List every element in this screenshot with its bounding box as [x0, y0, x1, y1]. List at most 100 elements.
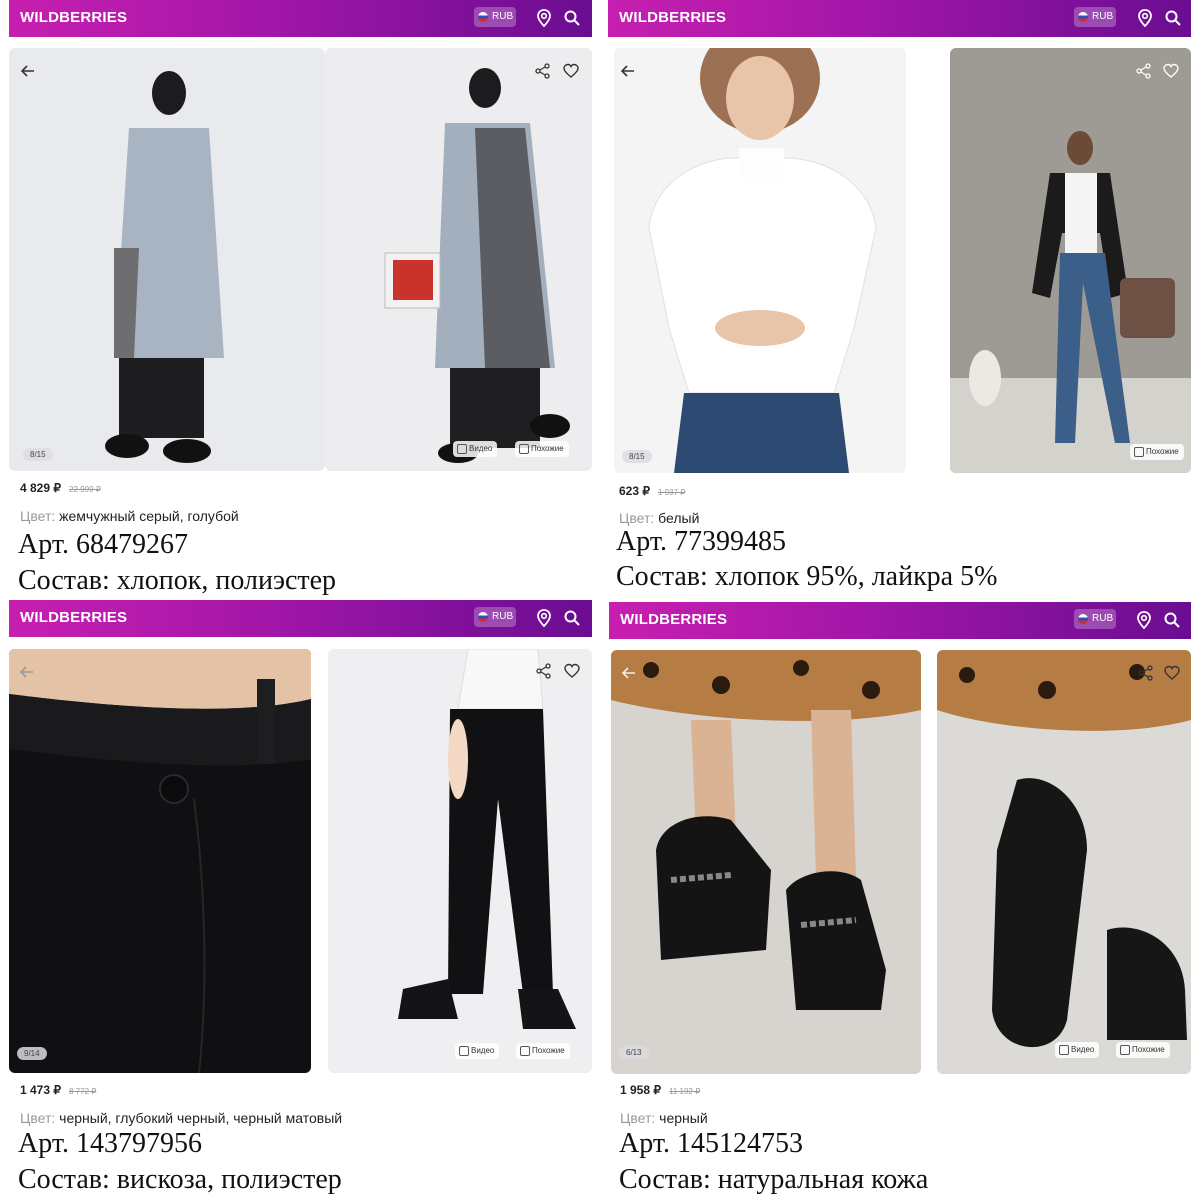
- location-pin-icon[interactable]: [1134, 7, 1156, 29]
- share-icon[interactable]: [535, 662, 553, 680]
- share-icon[interactable]: [1135, 62, 1153, 80]
- back-arrow-icon[interactable]: [19, 62, 37, 80]
- currency-button[interactable]: RUB: [474, 7, 516, 27]
- russia-flag-icon: [1078, 614, 1088, 624]
- color-value: черный, глубокий черный, черный матовый: [59, 1110, 343, 1126]
- similar-button[interactable]: Похожие: [516, 1043, 570, 1059]
- article-number: Арт. 77399485: [616, 526, 786, 557]
- play-icon: [459, 1046, 469, 1056]
- similar-button[interactable]: Похожие: [515, 441, 569, 457]
- search-icon[interactable]: [561, 607, 583, 629]
- similar-icon: [519, 444, 529, 454]
- old-price: 1 937 ₽: [658, 488, 686, 497]
- product-photo-full[interactable]: Видео Похожие: [328, 649, 592, 1073]
- product-card-loafers: WILDBERRIES RUB 6/13 Видео Похожие 1 958…: [609, 602, 1191, 1200]
- video-button[interactable]: Видео: [453, 441, 498, 457]
- back-arrow-icon[interactable]: [18, 663, 36, 681]
- brand-logo[interactable]: WILDBERRIES: [620, 611, 727, 628]
- share-icon[interactable]: [534, 62, 552, 80]
- similar-label: Похожие: [1132, 1045, 1165, 1054]
- price: 4 829 ₽ 22 999 ₽: [20, 481, 101, 495]
- russia-flag-icon: [1078, 12, 1088, 22]
- similar-label: Похожие: [532, 1046, 565, 1055]
- currency-button[interactable]: RUB: [1074, 7, 1116, 27]
- back-arrow-icon[interactable]: [620, 664, 638, 682]
- current-price: 4 829 ₽: [20, 481, 61, 495]
- color-line: Цвет: черный, глубокий черный, черный ма…: [20, 1110, 342, 1126]
- current-price: 1 473 ₽: [20, 1083, 61, 1097]
- heart-icon[interactable]: [1162, 62, 1180, 80]
- product-card-tshirt: WILDBERRIES RUB 8/15 Похожие 623 ₽ 1 937…: [608, 0, 1191, 600]
- heart-icon[interactable]: [563, 662, 581, 680]
- article-number: Арт. 68479267: [18, 529, 188, 560]
- composition: Состав: натуральная кожа: [619, 1164, 929, 1195]
- currency-button[interactable]: RUB: [1074, 609, 1116, 629]
- color-value: жемчужный серый, голубой: [59, 508, 239, 524]
- composition: Состав: хлопок, полиэстер: [18, 565, 337, 596]
- brand-logo[interactable]: WILDBERRIES: [20, 9, 127, 26]
- color-value: белый: [658, 510, 700, 526]
- currency-label: RUB: [1092, 11, 1114, 22]
- video-label: Видео: [469, 444, 493, 453]
- heart-icon[interactable]: [1163, 664, 1181, 682]
- similar-button[interactable]: Похожие: [1116, 1042, 1170, 1058]
- video-label: Видео: [471, 1046, 495, 1055]
- product-photo-front[interactable]: Видео Похожие: [325, 48, 592, 471]
- product-photo-closeup[interactable]: 8/15: [614, 48, 906, 473]
- currency-label: RUB: [492, 611, 514, 622]
- russia-flag-icon: [478, 12, 488, 22]
- search-icon[interactable]: [561, 7, 583, 29]
- app-header: WILDBERRIES RUB: [609, 602, 1191, 639]
- similar-button[interactable]: Похожие: [1130, 444, 1184, 460]
- article-number: Арт. 143797956: [18, 1128, 202, 1159]
- brand-logo[interactable]: WILDBERRIES: [619, 9, 726, 26]
- product-card-coat: WILDBERRIES RUB 8/15 Видео Похожие 4 829…: [9, 0, 592, 600]
- composition: Состав: вискоза, полиэстер: [18, 1164, 342, 1195]
- price: 1 473 ₽ 8 772 ₽: [20, 1083, 96, 1097]
- heart-icon[interactable]: [562, 62, 580, 80]
- product-photo-pair[interactable]: 6/13: [611, 650, 921, 1074]
- product-card-trousers: WILDBERRIES RUB 9/14 Видео Похожие 1 473…: [9, 600, 592, 1200]
- search-icon[interactable]: [1161, 609, 1183, 631]
- product-photo-back[interactable]: 8/15: [9, 48, 325, 471]
- brand-logo[interactable]: WILDBERRIES: [20, 609, 127, 626]
- product-photo-full[interactable]: Похожие: [950, 48, 1191, 473]
- old-price: 8 772 ₽: [69, 1087, 97, 1096]
- color-label: Цвет:: [20, 1110, 56, 1126]
- share-icon[interactable]: [1137, 664, 1155, 682]
- currency-button[interactable]: RUB: [474, 607, 516, 627]
- article-number: Арт. 145124753: [619, 1128, 803, 1159]
- color-label: Цвет:: [20, 508, 56, 524]
- app-header: WILDBERRIES RUB: [9, 0, 592, 37]
- play-icon: [457, 444, 467, 454]
- color-line: Цвет: жемчужный серый, голубой: [20, 508, 239, 524]
- price: 623 ₽ 1 937 ₽: [619, 484, 685, 498]
- color-label: Цвет:: [620, 1110, 656, 1126]
- similar-label: Похожие: [531, 444, 564, 453]
- current-price: 623 ₽: [619, 484, 650, 498]
- location-pin-icon[interactable]: [533, 7, 555, 29]
- russia-flag-icon: [478, 612, 488, 622]
- video-button[interactable]: Видео: [455, 1043, 500, 1059]
- app-header: WILDBERRIES RUB: [608, 0, 1191, 37]
- similar-icon: [1120, 1045, 1130, 1055]
- location-pin-icon[interactable]: [533, 607, 555, 629]
- video-label: Видео: [1071, 1045, 1095, 1054]
- photo-pager: 6/13: [619, 1046, 649, 1059]
- product-photo-closeup[interactable]: 9/14: [9, 649, 311, 1073]
- similar-label: Похожие: [1146, 447, 1179, 456]
- search-icon[interactable]: [1162, 7, 1184, 29]
- currency-label: RUB: [1092, 613, 1114, 624]
- location-pin-icon[interactable]: [1133, 609, 1155, 631]
- photo-pager: 8/15: [23, 448, 53, 461]
- product-photo-sole[interactable]: Видео Похожие: [937, 650, 1191, 1074]
- composition: Состав: хлопок 95%, лайкра 5%: [616, 561, 998, 592]
- back-arrow-icon[interactable]: [619, 62, 637, 80]
- similar-icon: [520, 1046, 530, 1056]
- color-value: черный: [659, 1110, 708, 1126]
- old-price: 22 999 ₽: [69, 485, 101, 494]
- video-button[interactable]: Видео: [1055, 1042, 1100, 1058]
- photo-pager: 8/15: [622, 450, 652, 463]
- current-price: 1 958 ₽: [620, 1083, 661, 1097]
- app-header: WILDBERRIES RUB: [9, 600, 592, 637]
